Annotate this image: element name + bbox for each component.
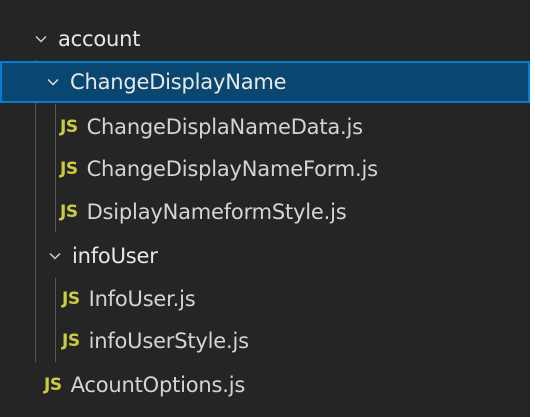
tree-file-changedisplanamedata[interactable]: JS ChangeDisplaNameData.js: [0, 106, 530, 148]
tree-file-infouser[interactable]: JS InfoUser.js: [0, 278, 530, 320]
tree-item-label: ChangeDisplayName: [70, 70, 287, 94]
chevron-down-icon: [30, 28, 52, 50]
tree-file-infouserstyle[interactable]: JS infoUserStyle.js: [0, 320, 530, 362]
tree-file-changedisplaynameform[interactable]: JS ChangeDisplayNameForm.js: [0, 148, 530, 190]
tree-item-label: ChangeDisplaNameData.js: [86, 115, 364, 139]
tree-item-label: DsiplayNameformStyle.js: [86, 200, 347, 224]
javascript-file-icon: JS: [60, 117, 78, 137]
chevron-down-icon: [42, 71, 64, 93]
tree-file-dsiplaynameformstyle[interactable]: JS DsiplayNameformStyle.js: [0, 191, 530, 233]
tree-item-label: account: [58, 27, 141, 51]
file-explorer: account ChangeDisplayName JS ChangeDispl…: [0, 0, 530, 417]
tree-item-label: ChangeDisplayNameForm.js: [86, 157, 379, 181]
tree-item-label: InfoUser.js: [88, 287, 196, 311]
tree-item-label: infoUser: [72, 244, 158, 268]
javascript-file-icon: JS: [62, 331, 80, 351]
window-edge: [530, 0, 535, 417]
javascript-file-icon: JS: [44, 375, 62, 395]
tree-file-acountoptions[interactable]: JS AcountOptions.js: [0, 364, 530, 406]
javascript-file-icon: JS: [60, 202, 78, 222]
javascript-file-icon: JS: [62, 289, 80, 309]
tree-folder-account[interactable]: account: [0, 18, 530, 60]
javascript-file-icon: JS: [60, 159, 78, 179]
chevron-down-icon: [44, 245, 66, 267]
tree-folder-changedisplayname[interactable]: ChangeDisplayName: [0, 61, 530, 103]
tree-item-label: AcountOptions.js: [70, 373, 246, 397]
tree-folder-infouser[interactable]: infoUser: [0, 235, 530, 277]
tree-item-label: infoUserStyle.js: [88, 329, 249, 353]
